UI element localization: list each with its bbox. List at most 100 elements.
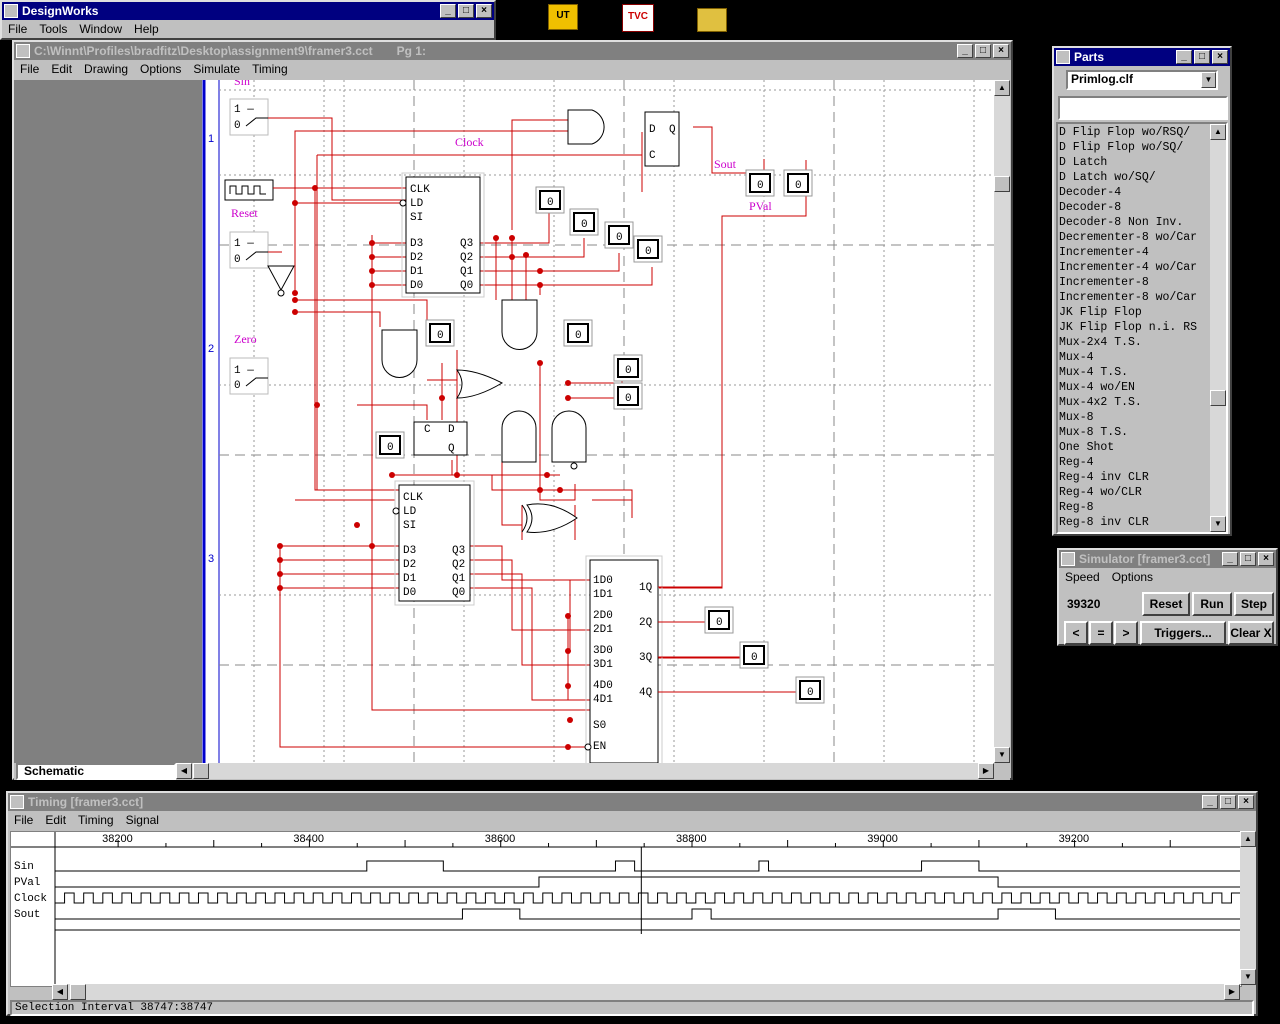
- parts-list[interactable]: D Flip Flop wo/RSQ/D Flip Flop wo/SQ/D L…: [1056, 122, 1228, 534]
- scroll-down-button[interactable]: ▼: [994, 747, 1010, 763]
- step-forward-button[interactable]: >: [1114, 621, 1138, 645]
- parts-vscroll[interactable]: ▲ ▼: [1210, 124, 1226, 532]
- ut-shortcut-icon[interactable]: UT: [548, 4, 578, 30]
- menu-file[interactable]: File: [2, 22, 33, 36]
- menu-options[interactable]: Options: [1106, 570, 1159, 584]
- menu-signal[interactable]: Signal: [120, 813, 165, 827]
- shift-register-bottom[interactable]: CLK LD SI D3 D2 D1 D0 Q3 Q2 Q1 Q0: [392, 480, 475, 606]
- maximize-button[interactable]: □: [975, 44, 991, 58]
- mux-2x4[interactable]: 1D0 1D1 2D0 2D1 3D0 3D1 4D0 4D1 S0 EN 1Q…: [584, 555, 663, 763]
- step-button[interactable]: Step: [1234, 592, 1274, 616]
- scroll-right-button[interactable]: ▶: [978, 763, 994, 779]
- parts-list-item[interactable]: Mux-4 wo/EN: [1059, 380, 1211, 395]
- parts-list-item[interactable]: Reg-8: [1059, 500, 1211, 515]
- maximize-button[interactable]: □: [458, 4, 474, 18]
- scroll-thumb[interactable]: [994, 176, 1010, 192]
- parts-list-item[interactable]: D Flip Flop wo/RSQ/: [1059, 125, 1211, 140]
- parts-list-item[interactable]: One Shot: [1059, 440, 1211, 455]
- simulator-titlebar[interactable]: Simulator [framer3.cct] _ □ ×: [1059, 550, 1276, 568]
- menu-speed[interactable]: Speed: [1059, 570, 1106, 584]
- parts-list-item[interactable]: Reg-4 wo/CLR: [1059, 485, 1211, 500]
- close-button[interactable]: ×: [1212, 50, 1228, 64]
- timing-titlebar[interactable]: Timing [framer3.cct] _ □ ×: [8, 793, 1256, 811]
- scroll-thumb[interactable]: [193, 763, 209, 779]
- sin-switch[interactable]: 1 —0: [229, 98, 269, 136]
- parts-list-item[interactable]: Reg-8 inv CLR: [1059, 515, 1211, 530]
- parts-list-item[interactable]: Incrementer-4: [1059, 245, 1211, 260]
- minimize-button[interactable]: _: [957, 44, 973, 58]
- scroll-down-button[interactable]: ▼: [1210, 516, 1226, 532]
- parts-titlebar[interactable]: Parts _ □ ×: [1054, 48, 1230, 66]
- timing-area[interactable]: 38200 38400 38600 38800 39000 39200 Sin PVal Clo…: [10, 831, 1242, 987]
- parts-list-item[interactable]: Mux-2x4 T.S.: [1059, 335, 1211, 350]
- step-back-button[interactable]: <: [1064, 621, 1088, 645]
- shift-register-top[interactable]: CLK LD SI D3 D2 D1 D0 Q3 Q2 Q1 Q0: [399, 172, 485, 298]
- parts-list-item[interactable]: D Flip Flop wo/SQ/: [1059, 140, 1211, 155]
- clear-x-button[interactable]: Clear X: [1228, 621, 1274, 645]
- and-gate-top[interactable]: [567, 109, 605, 145]
- schematic-titlebar[interactable]: C:\Winnt\Profiles\bradfitz\Desktop\assig…: [14, 42, 1011, 60]
- inverter[interactable]: [267, 265, 295, 297]
- parts-list-item[interactable]: Decoder-4: [1059, 185, 1211, 200]
- scroll-thumb[interactable]: [1210, 390, 1226, 406]
- parts-list-item[interactable]: Mux-8 T.S.: [1059, 425, 1211, 440]
- parts-list-item[interactable]: Incrementer-4 wo/Car: [1059, 260, 1211, 275]
- scroll-thumb[interactable]: [70, 984, 86, 1000]
- reset-switch[interactable]: 1 —0: [229, 231, 269, 269]
- parts-list-item[interactable]: D Latch: [1059, 155, 1211, 170]
- schematic-hscroll[interactable]: ◀ ▶: [176, 763, 994, 779]
- timing-diagram[interactable]: 38200 38400 38600 38800 39000 39200 Sin PVal Clo…: [11, 832, 1241, 986]
- schematic-vscroll[interactable]: ▲ ▼: [994, 80, 1010, 763]
- scroll-right-button[interactable]: ▶: [1224, 984, 1240, 1000]
- or-gate[interactable]: [456, 369, 504, 399]
- timing-hscroll[interactable]: ◀ ▶: [52, 984, 1240, 1000]
- close-button[interactable]: ×: [476, 4, 492, 18]
- menu-help[interactable]: Help: [128, 22, 165, 36]
- timing-vscroll[interactable]: ▲ ▼: [1240, 831, 1256, 985]
- menu-tools[interactable]: Tools: [33, 22, 73, 36]
- scroll-left-button[interactable]: ◀: [176, 763, 192, 779]
- menu-drawing[interactable]: Drawing: [78, 62, 134, 76]
- menu-file[interactable]: File: [14, 62, 45, 76]
- parts-search-input[interactable]: [1058, 96, 1228, 120]
- reset-button[interactable]: Reset: [1142, 592, 1190, 616]
- equal-button[interactable]: =: [1089, 621, 1113, 645]
- tvc-shortcut-icon[interactable]: TVC: [622, 4, 654, 32]
- parts-list-item[interactable]: D Latch wo/SQ/: [1059, 170, 1211, 185]
- d-flip-flop[interactable]: D Q C: [644, 111, 680, 167]
- menu-edit[interactable]: Edit: [39, 813, 72, 827]
- parts-list-item[interactable]: Mux-4 T.S.: [1059, 365, 1211, 380]
- and-gate-4[interactable]: [551, 410, 587, 470]
- triggers-button[interactable]: Triggers...: [1140, 621, 1226, 645]
- library-select[interactable]: Primlog.clf ▼: [1066, 70, 1218, 90]
- close-button[interactable]: ×: [993, 44, 1009, 58]
- parts-list-item[interactable]: JK Flip Flop: [1059, 305, 1211, 320]
- parts-list-item[interactable]: Reg-4: [1059, 455, 1211, 470]
- close-button[interactable]: ×: [1258, 552, 1274, 566]
- parts-list-item[interactable]: Mux-4: [1059, 350, 1211, 365]
- and-gate-3[interactable]: [501, 410, 537, 463]
- maximize-button[interactable]: □: [1240, 552, 1256, 566]
- run-button[interactable]: Run: [1192, 592, 1232, 616]
- scroll-up-button[interactable]: ▲: [1240, 831, 1256, 847]
- and-gate-1[interactable]: [381, 329, 418, 378]
- menu-timing[interactable]: Timing: [72, 813, 120, 827]
- scroll-left-button[interactable]: ◀: [52, 984, 68, 1000]
- scroll-up-button[interactable]: ▲: [1210, 124, 1226, 140]
- xor-gate[interactable]: [521, 503, 578, 533]
- parts-list-item[interactable]: Decoder-8: [1059, 200, 1211, 215]
- clock-generator[interactable]: [224, 179, 274, 201]
- close-button[interactable]: ×: [1238, 795, 1254, 809]
- chevron-down-icon[interactable]: ▼: [1201, 72, 1216, 88]
- minimize-button[interactable]: _: [1176, 50, 1192, 64]
- parts-list-item[interactable]: JK Flip Flop n.i. RS: [1059, 320, 1211, 335]
- scroll-up-button[interactable]: ▲: [994, 80, 1010, 96]
- maximize-button[interactable]: □: [1194, 50, 1210, 64]
- designworks-titlebar[interactable]: DesignWorks _ □ ×: [2, 2, 494, 20]
- minimize-button[interactable]: _: [1222, 552, 1238, 566]
- menu-edit[interactable]: Edit: [45, 62, 78, 76]
- menu-window[interactable]: Window: [73, 22, 128, 36]
- menu-timing[interactable]: Timing: [246, 62, 294, 76]
- parts-list-item[interactable]: Reg-4 inv CLR: [1059, 470, 1211, 485]
- minimize-button[interactable]: _: [440, 4, 456, 18]
